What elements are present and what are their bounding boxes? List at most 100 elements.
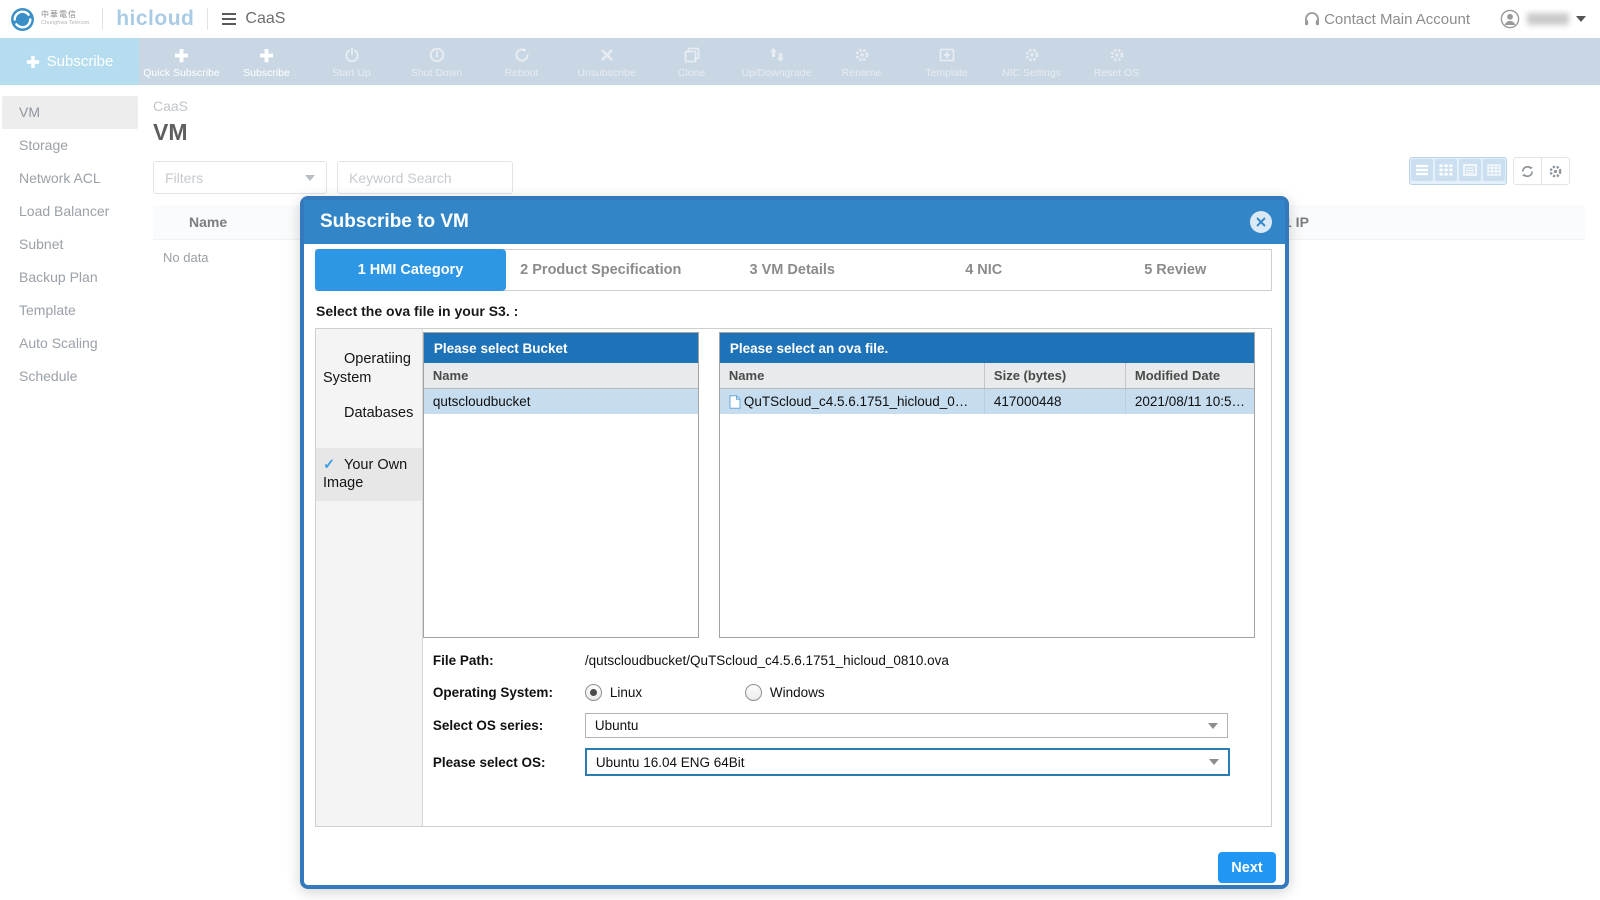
toolbar-template[interactable]: Template xyxy=(904,38,989,85)
list-view-icon[interactable] xyxy=(1411,159,1433,181)
page-title: VM xyxy=(153,119,1600,146)
chunghwa-logo: 中華電信 Chunghwa Telecom xyxy=(10,7,89,32)
toolbar-subscribe[interactable]: Subscribe xyxy=(224,38,309,85)
updown-icon xyxy=(769,47,785,64)
radio-linux[interactable]: Linux xyxy=(585,684,745,701)
chevron-down-icon xyxy=(1208,723,1218,729)
os-series-label: Select OS series: xyxy=(433,718,585,733)
toolbar-start-up[interactable]: Start Up xyxy=(309,38,394,85)
ova-column-size: Size (bytes) xyxy=(984,363,1125,388)
app-header: 中華電信 Chunghwa Telecom hicloud CaaS Conta… xyxy=(0,0,1600,38)
bucket-row[interactable]: qutscloudbucket xyxy=(424,389,698,414)
next-button[interactable]: Next xyxy=(1218,852,1276,883)
sidebar-item-backup-plan[interactable]: Backup Plan xyxy=(2,261,138,294)
sidebar-item-schedule[interactable]: Schedule xyxy=(2,360,138,393)
sidebar-item-network-acl[interactable]: Network ACL xyxy=(2,162,138,195)
step-review[interactable]: 5 Review xyxy=(1080,250,1272,290)
toolbar-nic-settings[interactable]: NIC Settings xyxy=(989,38,1074,85)
brand-cjk-text: 中華電信 xyxy=(41,11,89,19)
gear-icon xyxy=(1109,47,1125,64)
ova-panel-title: Please select an ova file. xyxy=(720,333,1254,363)
plus-icon xyxy=(259,47,274,64)
operating-system-label: Operating System: xyxy=(433,685,585,700)
table-view-icon[interactable] xyxy=(1483,159,1505,181)
grid-view-icon[interactable] xyxy=(1435,159,1457,181)
os-select-label: Please select OS: xyxy=(433,755,585,770)
modal-body: 1 HMI Category 2 Product Specification 3… xyxy=(304,244,1285,890)
subscribe-primary-button[interactable]: Subscribe xyxy=(0,38,139,85)
toolbar-clone[interactable]: Clone xyxy=(649,38,734,85)
step-nic[interactable]: 4 NIC xyxy=(888,250,1080,290)
bucket-column-name: Name xyxy=(424,363,698,388)
divider xyxy=(102,8,103,30)
page: 中華電信 Chunghwa Telecom hicloud CaaS Conta… xyxy=(0,0,1600,900)
sidebar-item-vm[interactable]: VM xyxy=(2,96,138,129)
reboot-icon xyxy=(514,47,530,64)
sidebar-item-load-balancer[interactable]: Load Balancer xyxy=(2,195,138,228)
bucket-panel-title: Please select Bucket xyxy=(424,333,698,363)
bucket-panel: Please select Bucket Name qutscloudbucke… xyxy=(423,332,699,638)
radio-button-icon xyxy=(585,684,602,701)
view-tools xyxy=(1409,157,1570,185)
ova-form: File Path: /qutscloudbucket/QuTScloud_c4… xyxy=(423,649,1255,776)
radio-windows[interactable]: Windows xyxy=(745,684,905,701)
headset-icon xyxy=(1303,10,1321,28)
toolbar-unsubscribe[interactable]: Unsubscribe xyxy=(564,38,649,85)
wizard-steps: 1 HMI Category 2 Product Specification 3… xyxy=(315,249,1272,291)
plus-icon xyxy=(26,55,40,69)
category-list: ✓Operatiing System ✓Databases ✓Your Own … xyxy=(316,329,423,826)
shutdown-icon xyxy=(429,47,445,64)
os-series-select[interactable]: Ubuntu xyxy=(585,713,1228,738)
filters-dropdown[interactable]: Filters xyxy=(153,161,327,194)
chevron-down-icon xyxy=(1576,16,1586,22)
step-vm-details[interactable]: 3 VM Details xyxy=(697,250,889,290)
toolbar-reset-os[interactable]: Reset OS xyxy=(1074,38,1159,85)
menu-icon[interactable] xyxy=(221,12,237,26)
category-operating-system[interactable]: ✓Operatiing System xyxy=(316,342,422,396)
sidebar: VM Storage Network ACL Load Balancer Sub… xyxy=(0,85,140,900)
sidebar-item-storage[interactable]: Storage xyxy=(2,129,138,162)
toolbar-rename[interactable]: Rename xyxy=(819,38,904,85)
subscribe-to-vm-modal: Subscribe to VM 1 HMI Category 2 Product… xyxy=(300,196,1289,889)
toolbar-up-downgrade[interactable]: Up/Downgrade xyxy=(734,38,819,85)
sidebar-item-template[interactable]: Template xyxy=(2,294,138,327)
account-menu[interactable] xyxy=(1500,9,1586,29)
step-product-specification[interactable]: 2 Product Specification xyxy=(505,250,697,290)
check-icon: ✓ xyxy=(323,350,344,369)
keyword-search-input[interactable] xyxy=(337,161,513,194)
toolbar: Subscribe Quick Subscribe Subscribe Star… xyxy=(0,38,1600,85)
ova-column-modified: Modified Date xyxy=(1125,363,1254,388)
sidebar-item-subnet[interactable]: Subnet xyxy=(2,228,138,261)
ova-file-row[interactable]: QuTScloud_c4.5.6.1751_hicloud_0… 4170004… xyxy=(720,389,1254,414)
step-hmi-category[interactable]: 1 HMI Category xyxy=(315,249,506,291)
toolbar-shut-down[interactable]: Shut Down xyxy=(394,38,479,85)
close-icon[interactable] xyxy=(1250,211,1272,233)
column-header-name: Name xyxy=(189,214,227,230)
category-your-own-image[interactable]: ✓Your Own Image xyxy=(316,448,422,502)
refresh-icon[interactable] xyxy=(1514,158,1541,184)
plus-icon xyxy=(174,47,189,64)
contact-main-account-button[interactable]: Contact Main Account xyxy=(1303,10,1470,28)
sidebar-item-auto-scaling[interactable]: Auto Scaling xyxy=(2,327,138,360)
hicloud-logo: hicloud xyxy=(116,7,194,31)
x-icon xyxy=(600,47,614,64)
category-databases[interactable]: ✓Databases xyxy=(316,396,422,431)
gear-icon xyxy=(1024,47,1040,64)
chunghwa-logo-icon xyxy=(10,7,35,32)
file-icon xyxy=(729,395,741,409)
breadcrumb: CaaS xyxy=(153,98,1600,114)
toolbar-quick-subscribe[interactable]: Quick Subscribe xyxy=(139,38,224,85)
gear-icon[interactable] xyxy=(1541,158,1569,184)
radio-button-icon xyxy=(745,684,762,701)
workspace: ✓Operatiing System ✓Databases ✓Your Own … xyxy=(315,328,1272,827)
app-name: CaaS xyxy=(245,10,285,28)
detail-list-view-icon[interactable] xyxy=(1459,159,1481,181)
os-version-select[interactable]: Ubuntu 16.04 ENG 64Bit xyxy=(585,748,1230,776)
username-redacted xyxy=(1527,13,1569,25)
modal-title: Subscribe to VM xyxy=(320,211,469,233)
brand-sub-text: Chunghwa Telecom xyxy=(41,21,89,27)
chevron-down-icon xyxy=(305,175,315,181)
template-icon xyxy=(939,47,955,64)
divider xyxy=(207,8,208,30)
toolbar-reboot[interactable]: Reboot xyxy=(479,38,564,85)
